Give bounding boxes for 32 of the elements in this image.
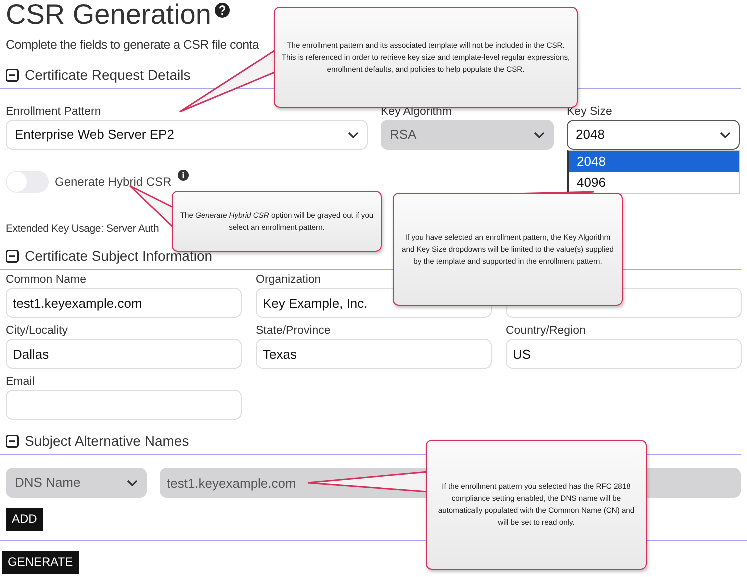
field-label: Common Name: [6, 273, 88, 288]
dropdown-option[interactable]: 4096: [569, 172, 739, 193]
field-label: City/Locality: [6, 324, 69, 339]
section-heading: Subject Alternative Names: [25, 432, 190, 450]
field-label: Key Size: [567, 105, 614, 120]
field-label: Country/Region: [506, 324, 587, 339]
field-label: Enrollment Pattern: [6, 105, 102, 120]
help-icon[interactable]: [215, 3, 230, 18]
collapse-icon[interactable]: [6, 68, 19, 82]
text-field[interactable]: test1.keyexample.com: [6, 288, 242, 318]
page-subtitle: Complete the fields to generate a CSR file conta: [6, 37, 260, 54]
section-heading: Certificate Request Details: [25, 66, 191, 84]
field-label: Organization: [256, 273, 322, 288]
text-field[interactable]: [6, 390, 242, 420]
text-field[interactable]: Texas: [256, 339, 492, 369]
toggle-label: Generate Hybrid CSR: [55, 174, 172, 191]
info-icon[interactable]: [178, 170, 189, 181]
chevron-icon: [127, 480, 138, 486]
chevron-icon: [348, 132, 359, 138]
dropdown-option[interactable]: 2048: [569, 151, 739, 172]
chevron-icon: [720, 132, 731, 138]
extended-key-usage-text: Extended Key Usage: Server Auth: [6, 222, 160, 237]
select-field[interactable]: 2048: [567, 120, 740, 150]
field-label: Email: [6, 375, 36, 390]
select-field[interactable]: Enterprise Web Server EP2: [6, 120, 368, 150]
collapse-icon[interactable]: [6, 250, 19, 262]
generate-button[interactable]: GENERATE: [2, 551, 80, 574]
text-field[interactable]: US: [506, 339, 742, 369]
text-field[interactable]: Dallas: [6, 339, 242, 369]
field-label: State/Province: [256, 324, 332, 339]
chevron-icon: [534, 132, 545, 138]
page-title: CSR Generation: [6, 0, 212, 30]
